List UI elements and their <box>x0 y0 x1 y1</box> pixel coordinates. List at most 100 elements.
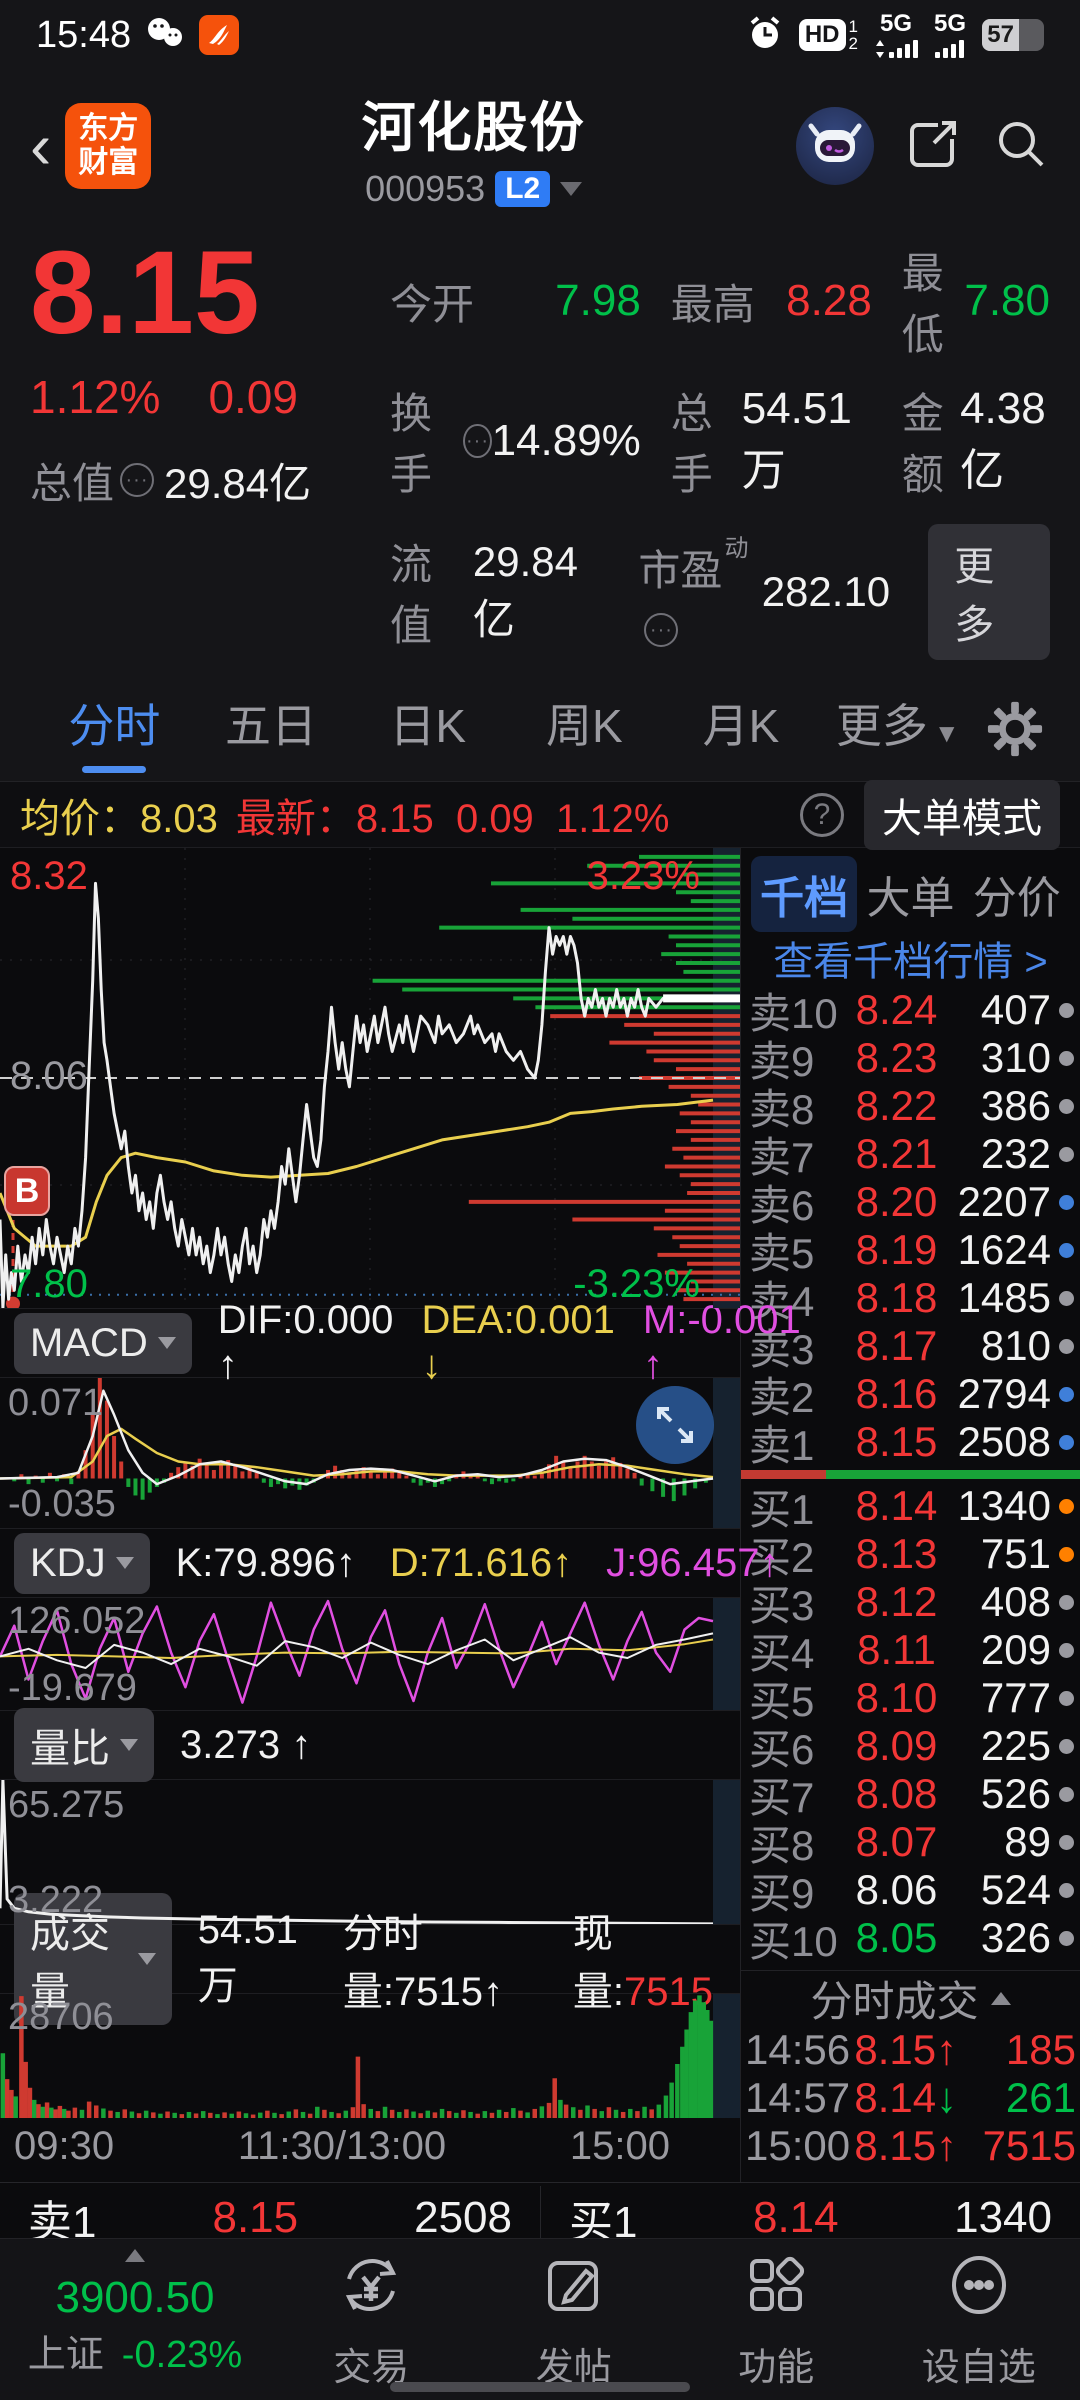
order-size-dot <box>1059 1194 1074 1210</box>
panel-tab-分价[interactable]: 分价 <box>964 856 1070 932</box>
indicator-value: DEA:0.001 ↓ <box>421 1298 615 1387</box>
eastmoney-notification-icon <box>199 15 240 55</box>
volume-value: 54.51万 <box>741 384 852 495</box>
liangbi-header: 量比 3.273 ↑ <box>0 1708 740 1782</box>
hd-call-icon: HD 12 <box>798 18 858 52</box>
time-axis: 09:30 11:30/13:00 15:00 <box>0 2118 740 2174</box>
order-size-dot <box>1059 1290 1074 1306</box>
expand-chart-button[interactable] <box>636 1386 714 1464</box>
panel-tab-大单[interactable]: 大单 <box>857 856 963 932</box>
tab-五日[interactable]: 五日 <box>193 690 350 773</box>
big-order-mode-button[interactable]: 大单模式 <box>864 779 1060 850</box>
order-size-dot <box>1059 1738 1074 1754</box>
avg-price: 8.03 <box>140 796 218 841</box>
high-label: 最高 <box>670 280 755 328</box>
chart-low-label: 7.80 <box>10 1262 88 1306</box>
nav-post[interactable]: 发帖 <box>473 2249 676 2391</box>
wechat-icon <box>145 16 185 55</box>
functions-grid-icon <box>740 2249 812 2326</box>
order-book-tabs: 千档 大单 分价 <box>741 856 1080 932</box>
help-icon[interactable]: ? <box>800 792 844 837</box>
tab-周K[interactable]: 周K <box>506 690 663 773</box>
triangle-up-icon <box>125 2249 145 2262</box>
index-change-pct: -0.23% <box>121 2333 243 2376</box>
order-size-dot <box>1059 1498 1074 1514</box>
thousand-level-link[interactable]: 查看千档行情 > <box>741 930 1080 986</box>
search-icon[interactable] <box>992 115 1050 178</box>
order-size-dot <box>1059 1546 1074 1562</box>
share-icon[interactable] <box>904 115 962 178</box>
index-name: 上证 <box>27 2333 104 2376</box>
chevron-down-icon <box>157 1337 176 1349</box>
avg-label: 均价： <box>20 796 140 841</box>
watchlist-icon <box>943 2249 1015 2326</box>
gear-icon[interactable] <box>986 700 1044 763</box>
stock-code: 000953 <box>365 167 486 209</box>
liangbi-value: 3.273 ↑ <box>180 1722 312 1767</box>
bottom-nav: 3900.50 上证 -0.23% 交易 发帖 功能 设自选 <box>0 2238 1080 2400</box>
tick-trades: 14:56 8.15↑ 185 14:57 8.14↓ 261 15:00 8.15↑ 7515 <box>741 2026 1080 2170</box>
home-indicator[interactable] <box>390 2382 690 2392</box>
latest-label: 最新： <box>235 796 356 841</box>
panel-tab-千档[interactable]: 千档 <box>751 856 858 932</box>
stock-detail-screen: 15:48 HD 12 5G 5G 57 ‹ 东方 财富 河化股份 000953… <box>0 0 1080 2400</box>
l2-badge[interactable]: L2 <box>495 170 551 207</box>
tab-分时[interactable]: 分时 <box>36 690 193 773</box>
tab-更多[interactable]: 更多 ▼ <box>819 690 976 773</box>
main-area: 8.32 3.23% 8.06 7.80 -3.23% B MACD DIF:0… <box>0 848 1080 2182</box>
indicator-value: D:71.616↑ <box>389 1540 573 1585</box>
order-size-dot <box>1059 1786 1074 1802</box>
nav-watchlist[interactable]: 设自选 <box>878 2249 1080 2391</box>
chevron-down-icon[interactable] <box>560 181 583 196</box>
assistant-robot-avatar[interactable] <box>796 107 874 185</box>
float-value: 29.84亿 <box>472 537 578 643</box>
macd-selector[interactable]: MACD <box>14 1312 192 1374</box>
liangbi-selector[interactable]: 量比 <box>14 1708 154 1782</box>
more-button[interactable]: 更多 <box>928 524 1050 660</box>
order-size-dot <box>1059 1434 1074 1450</box>
title-block: 河化股份 000953 L2 <box>151 83 796 210</box>
tick-trades-header[interactable]: 分时成交 <box>741 1970 1080 2026</box>
tab-月K[interactable]: 月K <box>663 690 820 773</box>
chart-low-pct-label: -3.23% <box>573 1262 700 1306</box>
change-value: 0.09 <box>208 370 298 423</box>
macd-header: MACD DIF:0.000 ↑ DEA:0.001 ↓ M:-0.001 ↑ <box>0 1298 801 1387</box>
volume-header: 成交量 54.51万 分时量:7515↑ 现量:7515 <box>0 1893 740 2025</box>
macd-chart[interactable]: 0.071 -0.035 <box>0 1378 740 1528</box>
kdj-selector[interactable]: KDJ <box>14 1532 150 1594</box>
chart-preclose-label: 8.06 <box>10 1054 88 1098</box>
time-close: 15:00 <box>569 2123 670 2168</box>
order-book-row[interactable]: 买10 8.05 326 <box>741 1914 1080 1965</box>
chevron-down-icon <box>115 1557 134 1569</box>
mktcap-value: 29.84亿 <box>164 459 312 507</box>
tab-日K[interactable]: 日K <box>349 690 506 773</box>
low-value: 7.80 <box>964 276 1050 325</box>
stock-name: 河化股份 <box>361 97 586 158</box>
order-size-dot <box>1059 1050 1074 1066</box>
info-icon[interactable]: ··· <box>120 463 155 498</box>
high-value: 8.28 <box>786 276 872 325</box>
time-open: 09:30 <box>14 2123 115 2168</box>
triangle-up-icon <box>990 1992 1011 2005</box>
volume-chart[interactable]: 28706 <box>0 1994 740 2118</box>
info-icon[interactable]: ··· <box>463 424 492 458</box>
nav-trade[interactable]: 交易 <box>270 2249 473 2391</box>
buy-marker-badge: B <box>4 1166 50 1216</box>
intraday-price-chart[interactable]: 8.32 3.23% 8.06 7.80 -3.23% B <box>0 848 740 1308</box>
chart-high-pct-label: 3.23% <box>586 854 700 898</box>
last-price: 8.15 <box>30 227 260 359</box>
liangbi-min-label: 3.222 <box>8 1879 104 1921</box>
order-book-row[interactable]: 卖1 8.15 2508 <box>741 1418 1080 1469</box>
chart-high-label: 8.32 <box>10 854 88 898</box>
sell1-price: 8.15 <box>212 2192 299 2242</box>
eastmoney-logo: 东方 财富 <box>65 103 152 189</box>
buy1-volume: 1340 <box>954 2192 1052 2242</box>
nav-functions[interactable]: 功能 <box>675 2249 878 2391</box>
info-icon[interactable]: ··· <box>644 613 679 648</box>
indicator-value: K:79.896↑ <box>175 1540 356 1585</box>
back-button[interactable]: ‹ <box>30 114 51 178</box>
kdj-chart[interactable]: 126.052 -19.679 <box>0 1598 740 1710</box>
latest-price: 8.15 <box>355 796 434 841</box>
liangbi-chart[interactable]: 65.275 3.222 <box>0 1780 740 1924</box>
index-shortcut[interactable]: 3900.50 上证 -0.23% <box>0 2249 270 2378</box>
